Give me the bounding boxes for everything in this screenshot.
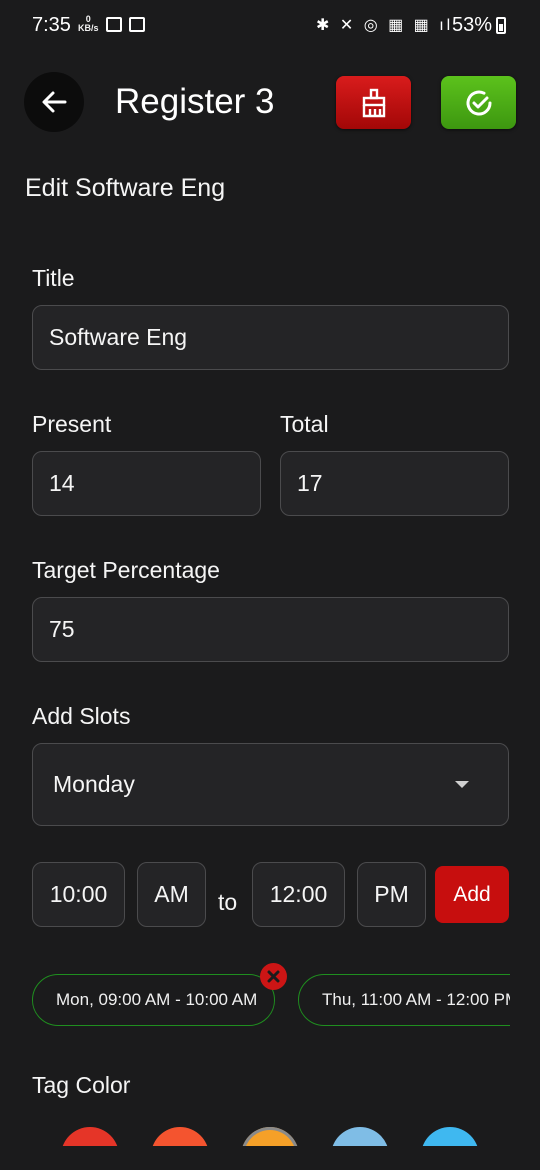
slot-chip-label: Thu, 11:00 AM - 12:00 PM	[322, 990, 510, 1009]
present-input-value: 14	[49, 470, 75, 496]
tag-color-label: Tag Color	[32, 1072, 131, 1098]
color-swatch-light-blue[interactable]	[331, 1127, 389, 1146]
caret-down-icon	[455, 781, 469, 788]
title-input[interactable]: Software Eng	[32, 305, 509, 370]
target-input[interactable]: 75	[32, 597, 509, 662]
page-title: Register 3	[115, 82, 275, 121]
present-input[interactable]: 14	[32, 451, 261, 516]
back-button[interactable]	[24, 72, 84, 132]
total-input[interactable]: 17	[280, 451, 509, 516]
total-input-value: 17	[297, 470, 323, 496]
slot-chip[interactable]: Thu, 11:00 AM - 12:00 PM	[298, 974, 510, 1026]
start-time-input[interactable]: 10:00	[32, 862, 125, 927]
save-button[interactable]	[441, 76, 516, 129]
battery-icon	[496, 17, 506, 34]
to-label: to	[218, 889, 238, 915]
target-input-value: 75	[49, 616, 75, 642]
color-swatch-orange-red[interactable]	[151, 1127, 209, 1146]
slots-label: Add Slots	[32, 703, 131, 729]
close-icon	[267, 970, 280, 983]
color-swatch-blue[interactable]	[421, 1127, 479, 1146]
slot-chip-label: Mon, 09:00 AM - 10:00 AM	[56, 990, 258, 1009]
system-icons: ✱ ✕ ◎ ▦ ▦ ıl	[316, 17, 454, 34]
arrow-left-icon	[42, 91, 67, 113]
remove-slot-button[interactable]	[260, 963, 287, 990]
check-circle-icon	[466, 90, 491, 115]
network-speed-unit: KB/s	[78, 23, 99, 33]
form-subtitle: Edit Software Eng	[25, 174, 226, 202]
day-select[interactable]: Monday	[32, 743, 509, 826]
status-time: 7:35	[32, 14, 71, 36]
app-notification-icon	[129, 17, 145, 32]
network-speed: 0 KB/s	[78, 15, 99, 33]
battery-percent: 53%	[451, 14, 492, 36]
end-ampm-select[interactable]: PM	[357, 862, 426, 927]
title-input-value: Software Eng	[49, 324, 188, 350]
slot-chip[interactable]: Mon, 09:00 AM - 10:00 AM	[32, 974, 275, 1026]
end-time-input[interactable]: 12:00	[252, 862, 345, 927]
broom-icon	[362, 88, 385, 117]
total-label: Total	[280, 411, 329, 437]
title-label: Title	[32, 265, 75, 291]
slot-chip-list[interactable]: Mon, 09:00 AM - 10:00 AM Thu, 11:00 AM -…	[0, 970, 510, 1030]
day-select-value: Monday	[53, 771, 135, 797]
color-swatch-orange[interactable]	[241, 1127, 299, 1146]
gallery-notification-icon	[106, 17, 122, 32]
present-label: Present	[32, 411, 112, 437]
add-slot-button[interactable]: Add	[435, 866, 509, 923]
start-ampm-select[interactable]: AM	[137, 862, 206, 927]
clear-button[interactable]	[336, 76, 411, 129]
color-swatch-red[interactable]	[61, 1127, 119, 1146]
target-label: Target Percentage	[32, 557, 220, 583]
